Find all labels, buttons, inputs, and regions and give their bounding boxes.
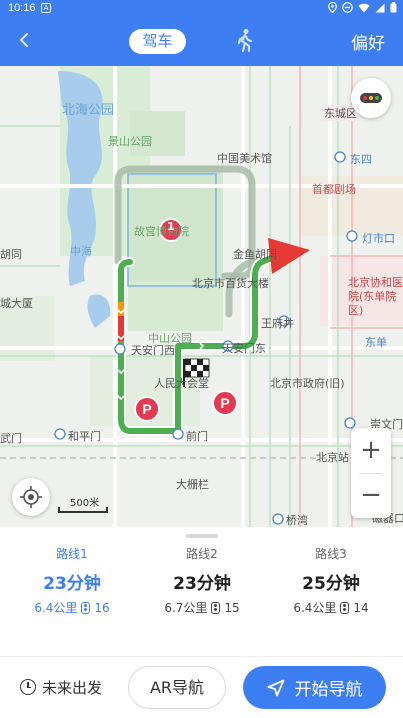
start-navigation-label: 开始导航 (294, 680, 363, 700)
status-icons (328, 1, 397, 16)
map-label-zhonghai: 中海 (70, 245, 92, 258)
sheet-drag-handle[interactable] (186, 534, 218, 538)
map-label-xuanwumen: 武门 (0, 432, 22, 445)
route-meta: 6.7公里 15 (137, 599, 267, 616)
route-option-1[interactable]: 路线1 23分钟 6.4公里 16 (7, 545, 137, 616)
back-button[interactable] (18, 27, 30, 60)
map-label-beihai: 北海公园 (62, 103, 115, 118)
tab-drive[interactable]: 驾车 (129, 29, 186, 54)
map-label-capital-theatre: 首都剧场 (312, 183, 356, 196)
map-label-art-museum: 中国美术馆 (217, 152, 272, 165)
route-time: 23分钟 (43, 574, 101, 594)
route-distance: 6.7公里 (164, 601, 208, 615)
traffic-light-icon (360, 93, 382, 103)
locate-button[interactable] (12, 478, 50, 516)
route-distance: 6.4公里 (293, 601, 337, 615)
map-label-tiananmen-west: 天安门西 (131, 344, 175, 357)
route-name: 路线3 (315, 547, 347, 561)
preferences-button[interactable]: 偏好 (351, 29, 385, 54)
map-view[interactable]: P P 北海公园 景山公园 故宫博物院 1 中山公园 中海 中国美术馆 东四 首… (0, 66, 403, 527)
map-label-dashilan: 大栅栏 (176, 478, 209, 491)
route-number-badge: 1 (167, 220, 175, 233)
traffic-toggle-button[interactable] (351, 78, 391, 118)
traffic-light-icon (340, 601, 350, 614)
divider (0, 656, 403, 657)
chevron-left-icon (20, 33, 28, 47)
map-label-qianmen: 前门 (186, 430, 208, 443)
traffic-light-icon (81, 601, 91, 614)
map-label-dasha: 城大厦 (0, 297, 33, 310)
location-icon (328, 1, 337, 16)
route-name: 路线1 (56, 547, 88, 561)
route-traffic-lights: 15 (224, 600, 240, 615)
status-time: 10:16 (8, 2, 36, 14)
start-navigation-button[interactable]: 开始导航 (243, 666, 386, 709)
map-label-people-hall: 人民大会堂 (154, 377, 209, 390)
map-label-wangfujing: 王府井 (261, 317, 294, 330)
top-bar: 驾车 偏好 (0, 17, 403, 66)
navigation-arrow-icon (267, 679, 284, 696)
wifi-icon (358, 3, 370, 16)
map-label-tiananmen-east: 天安门东 (222, 342, 266, 355)
map-label-jingshan: 景山公园 (108, 135, 152, 148)
route-traffic-lights: 14 (353, 600, 369, 615)
route-meta: 6.4公里 14 (266, 599, 396, 616)
notification-icon: A (41, 3, 51, 13)
map-label-gov: 北京市政府(旧) (270, 377, 345, 390)
traffic-light-icon (211, 601, 221, 614)
svg-text:P: P (220, 395, 229, 411)
future-departure-label: 未来出发 (42, 678, 103, 697)
future-departure-button[interactable]: 未来出发 (20, 675, 102, 699)
map-label-union-hospital: 北京协和医院(东单院区) (348, 276, 403, 317)
clock-icon (20, 679, 36, 695)
map-scale: 500米 (58, 494, 108, 514)
route-option-2[interactable]: 路线2 23分钟 6.7公里 15 (137, 545, 267, 616)
route-meta: 6.4公里 16 (7, 599, 137, 616)
zoom-in-button[interactable]: + (351, 428, 391, 473)
map-label-dongdan: 东单 (365, 336, 387, 349)
walk-icon (237, 29, 253, 53)
map-label-palace: 故宫博物院 (134, 225, 189, 238)
dnd-icon (342, 2, 353, 16)
route-options: 路线1 23分钟 6.4公里 16 路线2 23分钟 6.7公里 15 路线3 … (0, 545, 403, 645)
route-traffic-lights: 16 (94, 600, 110, 615)
tab-walk[interactable] (234, 28, 256, 54)
map-label-qiaowan: 桥湾 (286, 514, 308, 527)
map-label-hepingmen: 和平门 (68, 430, 101, 443)
map-label-beijing-station: 北京站 (316, 451, 349, 464)
zoom-controls: + − (351, 428, 391, 518)
route-time: 23分钟 (173, 574, 231, 594)
status-bar: 10:16 A (0, 0, 403, 17)
map-label-hutong: 胡同 (0, 248, 22, 261)
battery-icon (390, 2, 397, 16)
route-name: 路线2 (186, 547, 218, 561)
route-option-3[interactable]: 路线3 25分钟 6.4公里 14 (266, 545, 396, 616)
map-label-dongsi: 东四 (350, 153, 372, 166)
zoom-out-button[interactable]: − (351, 473, 391, 518)
map-label-dengshikou: 灯市口 (362, 232, 395, 245)
ar-navigation-button[interactable]: AR导航 (128, 666, 226, 709)
map-label-dept-store: 北京市百货大楼 (192, 277, 269, 290)
svg-text:P: P (142, 401, 151, 417)
map-label-jinyu: 金鱼胡同 (233, 248, 277, 261)
route-time: 25分钟 (302, 574, 360, 594)
signal-icon (375, 3, 385, 16)
locate-icon (20, 486, 42, 508)
route-distance: 6.4公里 (34, 601, 78, 615)
